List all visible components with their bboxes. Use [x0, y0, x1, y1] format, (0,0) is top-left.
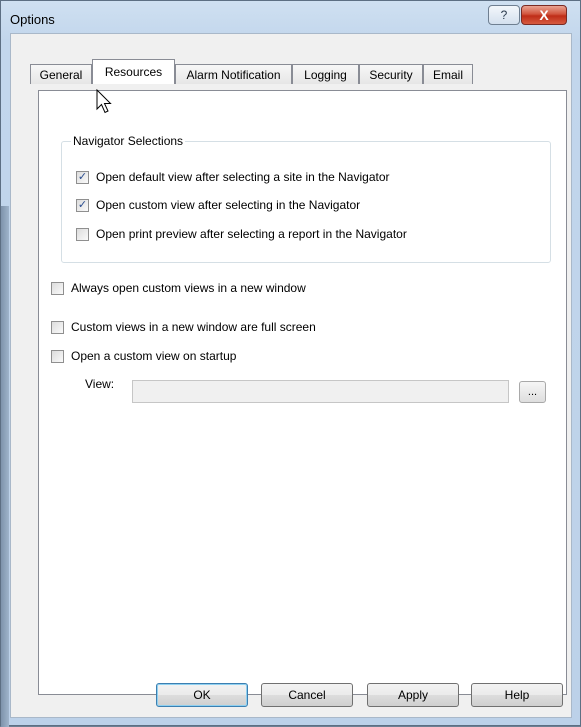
tab-resources[interactable]: Resources [92, 59, 175, 84]
tab-logging[interactable]: Logging [292, 64, 359, 84]
ellipsis-icon: ... [527, 386, 538, 398]
browse-button[interactable]: ... [519, 381, 546, 403]
apply-button[interactable]: Apply [367, 683, 459, 707]
button-label: Apply [397, 688, 429, 702]
tab-label: Logging [304, 67, 347, 82]
cancel-button[interactable]: Cancel [261, 683, 353, 707]
navigator-selections-group: Navigator Selections ✓ Open default view… [61, 134, 551, 263]
question-mark-icon: ? [500, 8, 508, 22]
checkbox-label: Open custom view after selecting in the … [96, 198, 361, 212]
view-input [132, 380, 509, 403]
checkbox[interactable]: ✓ [76, 198, 89, 212]
checkbox[interactable] [51, 349, 64, 363]
mouse-pointer-icon [96, 89, 112, 114]
tab-email[interactable]: Email [423, 64, 473, 84]
tab-label: Alarm Notification [186, 67, 281, 82]
group-title: Navigator Selections [71, 134, 186, 148]
tab-alarm-notification[interactable]: Alarm Notification [175, 64, 292, 84]
help-button[interactable]: Help [471, 683, 563, 707]
tab-label: Email [432, 67, 463, 82]
open-default-view-option[interactable]: ✓ Open default view after selecting a si… [76, 170, 390, 184]
background-window-edge [1, 206, 9, 727]
checkbox-label: Always open custom views in a new window [71, 281, 306, 295]
open-print-preview-option[interactable]: Open print preview after selecting a rep… [76, 227, 407, 241]
checkbox[interactable] [76, 227, 89, 241]
open-custom-view-option[interactable]: ✓ Open custom view after selecting in th… [76, 198, 360, 212]
checkbox-label: Open default view after selecting a site… [96, 170, 390, 184]
tab-label: Security [369, 67, 413, 82]
tab-security[interactable]: Security [359, 64, 423, 84]
checkbox-label: Custom views in a new window are full sc… [71, 320, 316, 334]
close-button[interactable]: X [521, 5, 567, 25]
checkbox[interactable]: ✓ [76, 170, 89, 184]
checkbox[interactable] [51, 281, 64, 295]
tab-label: Resources [104, 65, 163, 79]
button-label: Help [504, 688, 530, 702]
help-title-button[interactable]: ? [488, 5, 520, 25]
ok-button[interactable]: OK [156, 683, 248, 707]
always-open-new-window-option[interactable]: Always open custom views in a new window [51, 281, 306, 295]
checkbox-label: Open a custom view on startup [71, 349, 237, 363]
close-icon: X [539, 7, 549, 23]
button-label: OK [193, 688, 211, 702]
open-on-startup-option[interactable]: Open a custom view on startup [51, 349, 236, 363]
view-field-label: View: [85, 377, 115, 391]
dialog-client-area: General Resources Alarm Notification Log… [10, 33, 572, 718]
button-label: Cancel [288, 688, 326, 702]
tab-general[interactable]: General [30, 64, 92, 84]
resources-tab-panel: Navigator Selections ✓ Open default view… [38, 90, 567, 695]
options-dialog: Options ? X General Resources Alarm Noti… [0, 0, 581, 727]
checkbox[interactable] [51, 320, 64, 334]
dialog-title: Options [10, 12, 55, 27]
title-bar[interactable]: Options ? X [1, 1, 580, 35]
full-screen-option[interactable]: Custom views in a new window are full sc… [51, 320, 316, 334]
checkbox-label: Open print preview after selecting a rep… [96, 227, 407, 241]
tab-label: General [39, 67, 83, 82]
